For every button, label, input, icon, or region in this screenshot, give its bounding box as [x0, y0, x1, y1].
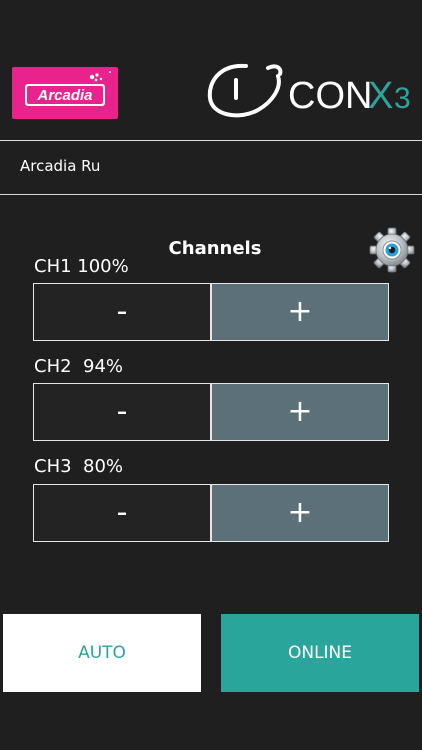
channel-1-decrease-button[interactable]: -	[33, 283, 211, 341]
channel-3-decrease-button[interactable]: -	[33, 484, 211, 542]
svg-text:X: X	[368, 75, 393, 117]
channel-2-increase-button[interactable]: +	[211, 383, 389, 441]
channel-3-label: CH3 80%	[34, 456, 124, 477]
channel-1-label: CH1 100%	[34, 256, 129, 277]
gear-icon[interactable]	[369, 227, 415, 273]
svg-text:CON: CON	[288, 75, 372, 117]
channel-2-decrease-button[interactable]: -	[33, 383, 211, 441]
auto-mode-button[interactable]: AUTO	[3, 614, 201, 692]
channel-2-label: CH2 94%	[34, 356, 124, 377]
online-mode-button[interactable]: ONLINE	[221, 614, 419, 692]
svg-text:3: 3	[394, 82, 411, 115]
channel-1-increase-button[interactable]: +	[211, 283, 389, 341]
device-row[interactable]: Arcadia Ru	[0, 141, 422, 194]
channel-3-increase-button[interactable]: +	[211, 484, 389, 542]
device-divider	[0, 194, 422, 195]
device-name: Arcadia Ru	[20, 157, 101, 175]
app-header: Arcadia CON X 3	[0, 0, 422, 140]
svg-text:Arcadia: Arcadia	[36, 87, 92, 104]
arcadia-logo: Arcadia	[12, 67, 118, 119]
conx3-logo: CON X 3	[206, 60, 416, 122]
